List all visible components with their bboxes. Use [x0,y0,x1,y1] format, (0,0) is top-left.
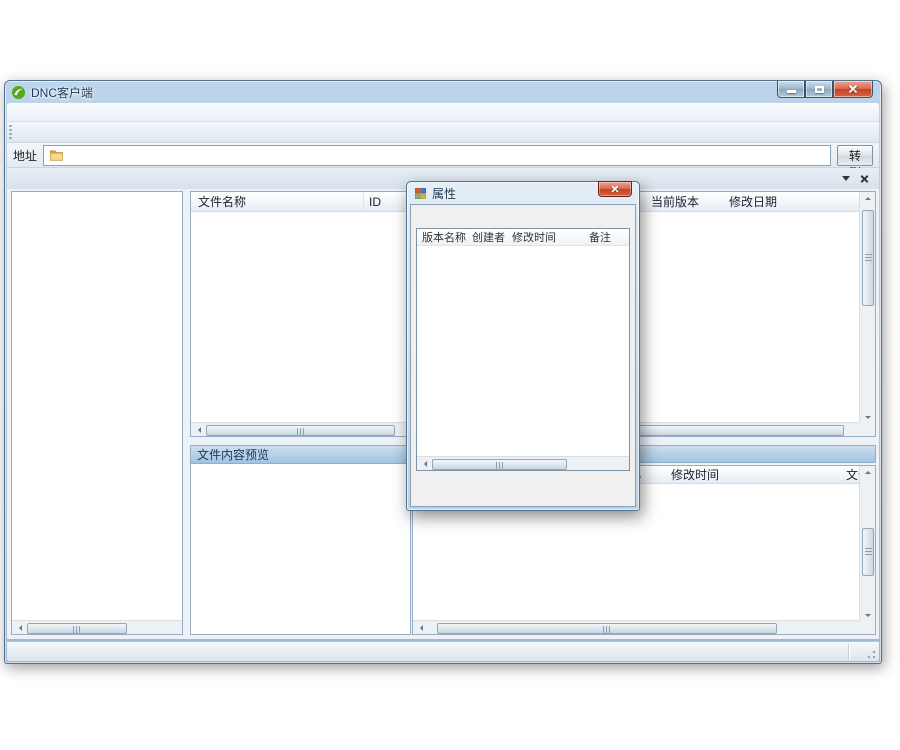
tree-hscrollbar[interactable] [12,620,182,634]
scroll-right-arrow[interactable] [615,457,629,470]
file-pane: 文件名称 ID 文件内容预览 [190,191,411,635]
column-header-id[interactable]: ID [364,192,410,212]
desktop: DNC客户端 地址 转到 [0,0,900,750]
minimize-icon [787,90,796,93]
dialog-title-bar[interactable]: 属性 [407,182,639,204]
column-header-current-version[interactable]: 当前版本 [651,193,729,210]
preview-title: 文件内容预览 [191,446,410,464]
scroll-left-arrow[interactable] [417,457,431,470]
properties-dialog: 属性 版本名称 创建者 修改时间 备注 [406,181,640,511]
dialog-title: 属性 [432,185,456,202]
scroll-thumb[interactable] [862,528,874,576]
close-icon [848,84,858,94]
version-table-rows [417,246,629,456]
file-preview-panel: 文件内容预览 [190,445,411,635]
tab-dropdown-icon[interactable] [842,176,850,185]
address-bar: 地址 转到 [7,143,879,168]
resize-grip[interactable] [865,649,877,661]
attachlist-hscrollbar[interactable] [413,620,859,634]
file-list-panel: 文件名称 ID [190,191,411,437]
tabstrip-close-icon[interactable] [860,174,869,183]
scroll-thumb[interactable] [432,459,567,470]
column-header-modified-date[interactable]: 修改日期 [729,193,859,210]
server-tree-panel [11,191,183,635]
app-logo-icon [11,85,26,100]
scroll-thumb[interactable] [206,425,395,436]
column-header-modified-time[interactable]: 修改时间 [512,229,589,245]
address-label: 地址 [13,147,37,164]
minimize-button[interactable] [777,81,805,98]
scroll-right-arrow[interactable] [845,621,859,634]
scroll-right-arrow[interactable] [845,423,859,436]
scroll-thumb[interactable] [27,623,127,634]
folder-icon [49,148,64,162]
window-title: DNC客户端 [31,84,93,101]
file-list-header: 文件名称 ID [191,192,410,212]
toolbar-grip[interactable] [9,125,12,140]
preview-content [191,464,410,470]
close-button[interactable] [833,81,873,98]
status-left-panel [7,644,849,660]
menu-bar [7,103,879,122]
address-field[interactable] [43,145,831,166]
column-header-remark[interactable]: 备注 [589,229,629,245]
version-table: 版本名称 创建者 修改时间 备注 [416,228,630,471]
scroll-left-arrow[interactable] [413,621,427,634]
status-bar [7,641,879,661]
attachlist-vscrollbar[interactable] [859,466,875,622]
column-header-version-name[interactable]: 版本名称 [417,229,472,245]
dialog-hscrollbar[interactable] [417,456,629,470]
breadcrumb [67,147,828,164]
scroll-thumb[interactable] [437,623,777,634]
column-header-filename[interactable]: 文件名称 [191,192,364,211]
dialog-tabs [415,208,631,228]
close-icon [611,185,620,194]
scroll-left-arrow[interactable] [12,621,26,634]
scroll-up-arrow[interactable] [860,466,875,479]
title-bar[interactable]: DNC客户端 [5,81,881,103]
scroll-right-arrow[interactable] [168,621,182,634]
scroll-up-arrow[interactable] [860,192,875,205]
toolbar [7,122,879,143]
dialog-close-button[interactable] [598,181,632,197]
dialog-body: 版本名称 创建者 修改时间 备注 [410,204,636,507]
maximize-button[interactable] [805,81,833,98]
properties-icon [414,187,427,200]
column-header-creator[interactable]: 创建者 [472,229,512,245]
scroll-left-arrow[interactable] [191,423,205,436]
scroll-thumb[interactable] [862,210,874,306]
file-rows [191,212,410,422]
column-header-modified-time[interactable]: 修改时间 [671,466,846,483]
go-button[interactable]: 转到 [837,145,873,166]
versionlist-vscrollbar[interactable] [859,192,875,424]
maximize-icon [815,86,824,93]
server-tree [12,192,182,619]
filelist-hscrollbar[interactable] [191,422,410,436]
app-window: DNC客户端 地址 转到 [4,80,882,664]
column-header-file[interactable]: 文件(& [846,466,859,483]
version-table-header: 版本名称 创建者 修改时间 备注 [417,229,629,246]
